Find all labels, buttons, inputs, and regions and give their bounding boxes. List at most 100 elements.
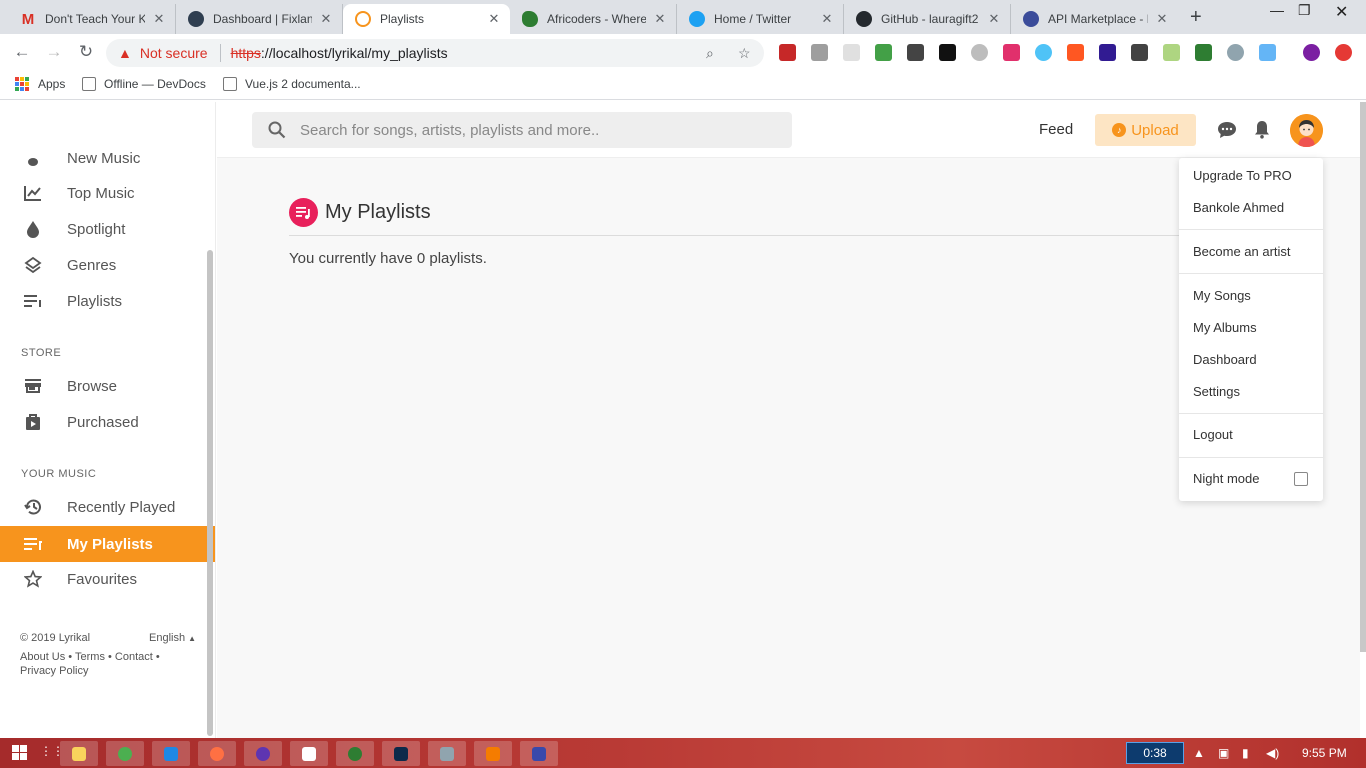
sidebar-item-favourites[interactable]: Favourites bbox=[0, 561, 215, 597]
bookmark-devdocs[interactable]: Offline — DevDocs bbox=[82, 77, 206, 91]
sidebar-item-top-music[interactable]: Top Music bbox=[0, 175, 215, 211]
menu-item-logout[interactable]: Logout bbox=[1193, 427, 1233, 442]
menu-item-my-songs[interactable]: My Songs bbox=[1193, 288, 1251, 303]
close-icon[interactable]: ✕ bbox=[986, 11, 1002, 27]
close-icon[interactable]: ✕ bbox=[1154, 11, 1170, 27]
browser-tab[interactable]: Dashboard | Fixland ✕ bbox=[176, 4, 343, 34]
footer-privacy-link[interactable]: Privacy Policy bbox=[20, 665, 88, 677]
minimize-icon[interactable]: — bbox=[1270, 2, 1284, 18]
extension-icon[interactable] bbox=[1035, 44, 1052, 61]
extension-icon[interactable] bbox=[1003, 44, 1020, 61]
extension-icon[interactable] bbox=[843, 44, 860, 61]
sidebar-item-browse[interactable]: Browse bbox=[0, 368, 215, 404]
restore-icon[interactable]: ❐ bbox=[1298, 2, 1311, 19]
timer-display[interactable]: 0:38 bbox=[1126, 742, 1184, 764]
feed-link[interactable]: Feed bbox=[1039, 121, 1073, 138]
app-icon[interactable] bbox=[520, 741, 558, 766]
app-icon[interactable] bbox=[336, 741, 374, 766]
headphones-icon bbox=[355, 11, 371, 27]
browser-tab[interactable]: M Don't Teach Your K ✕ bbox=[8, 4, 176, 34]
upload-button[interactable]: ♪ Upload bbox=[1095, 114, 1196, 146]
menu-item-my-albums[interactable]: My Albums bbox=[1193, 320, 1257, 335]
search-input[interactable] bbox=[300, 121, 770, 139]
reload-icon[interactable]: ↻ bbox=[76, 42, 96, 62]
page-scrollbar[interactable] bbox=[1360, 102, 1366, 652]
extension-icon[interactable] bbox=[1195, 44, 1212, 61]
extension-icon[interactable] bbox=[1163, 44, 1180, 61]
browser-tab[interactable]: GitHub - lauragift2 ✕ bbox=[844, 4, 1011, 34]
sidebar: New Music Top Music Spotlight Genres Pla… bbox=[0, 102, 216, 738]
bookmark-star-icon[interactable]: ☆ bbox=[738, 45, 751, 62]
menu-item-upgrade-pro[interactable]: Upgrade To PRO bbox=[1193, 168, 1292, 183]
xampp-icon[interactable] bbox=[474, 741, 512, 766]
vscode-icon[interactable] bbox=[152, 741, 190, 766]
sidebar-item-purchased[interactable]: Purchased bbox=[0, 404, 215, 440]
volume-icon[interactable]: ◀) bbox=[1266, 746, 1279, 760]
sidebar-item-my-playlists[interactable]: My Playlists bbox=[0, 526, 215, 562]
api-marketplace-icon bbox=[1023, 11, 1039, 27]
browser-tab[interactable]: Home / Twitter ✕ bbox=[677, 4, 844, 34]
new-tab-plus-icon[interactable]: + bbox=[1190, 6, 1202, 29]
sidebar-item-spotlight[interactable]: Spotlight bbox=[0, 211, 215, 247]
close-icon[interactable]: ✕ bbox=[318, 11, 334, 27]
night-mode-checkbox[interactable] bbox=[1294, 472, 1308, 486]
close-icon[interactable]: ✕ bbox=[486, 11, 502, 27]
app-icon[interactable] bbox=[428, 741, 466, 766]
update-icon[interactable] bbox=[1335, 44, 1352, 61]
app-icon[interactable] bbox=[290, 741, 328, 766]
avatar[interactable] bbox=[1290, 114, 1323, 147]
extension-icon[interactable] bbox=[1227, 44, 1244, 61]
extension-icon[interactable] bbox=[1099, 44, 1116, 61]
back-arrow-icon[interactable]: ← bbox=[12, 42, 32, 62]
extension-icon[interactable] bbox=[1067, 44, 1084, 61]
sidebar-item-label: Playlists bbox=[67, 292, 123, 310]
app-icon[interactable] bbox=[198, 741, 236, 766]
network-icon[interactable]: ▮ bbox=[1242, 746, 1249, 760]
file-explorer-icon[interactable] bbox=[60, 741, 98, 766]
browser-tab[interactable]: API Marketplace - F ✕ bbox=[1011, 4, 1178, 34]
menu-item-become-artist[interactable]: Become an artist bbox=[1193, 244, 1291, 259]
sidebar-item-recently-played[interactable]: Recently Played bbox=[0, 489, 215, 525]
window-close-icon[interactable]: ✕ bbox=[1335, 2, 1348, 22]
footer-links[interactable]: About Us • Terms • Contact • bbox=[20, 651, 160, 663]
bookmark-vuejs[interactable]: Vue.js 2 documenta... bbox=[223, 77, 361, 91]
browser-tab-active[interactable]: Playlists ✕ bbox=[343, 4, 510, 34]
sidebar-item-playlists[interactable]: Playlists bbox=[0, 283, 215, 319]
close-icon[interactable]: ✕ bbox=[652, 11, 668, 27]
extension-icon[interactable] bbox=[811, 44, 828, 61]
search-bar[interactable] bbox=[252, 112, 792, 148]
menu-item-profile[interactable]: Bankole Ahmed bbox=[1193, 200, 1284, 215]
sidebar-item-genres[interactable]: Genres bbox=[0, 247, 215, 283]
profile-icon[interactable] bbox=[1303, 44, 1320, 61]
title-divider bbox=[289, 235, 1181, 236]
zoom-icon[interactable]: ⌕ bbox=[706, 45, 714, 62]
tray-app-icon[interactable]: ▣ bbox=[1218, 746, 1229, 760]
browser-tab[interactable]: Africoders - Where ✕ bbox=[510, 4, 677, 34]
chrome-icon[interactable] bbox=[106, 741, 144, 766]
menu-item-settings[interactable]: Settings bbox=[1193, 384, 1240, 399]
photoshop-icon[interactable] bbox=[382, 741, 420, 766]
extension-icon[interactable] bbox=[939, 44, 956, 61]
chat-icon[interactable] bbox=[1217, 121, 1237, 144]
extension-icon[interactable] bbox=[1131, 44, 1148, 61]
extension-icon[interactable] bbox=[779, 44, 796, 61]
extension-icon[interactable] bbox=[907, 44, 924, 61]
extension-icon[interactable] bbox=[875, 44, 892, 61]
sidebar-item-new-music[interactable]: New Music bbox=[0, 140, 215, 176]
menu-item-dashboard[interactable]: Dashboard bbox=[1193, 352, 1257, 367]
close-icon[interactable]: ✕ bbox=[151, 11, 167, 27]
address-bar[interactable]: ▲ Not secure https://localhost/lyrikal/m… bbox=[106, 39, 764, 67]
close-icon[interactable]: ✕ bbox=[819, 11, 835, 27]
sidebar-item-label: Browse bbox=[67, 377, 118, 395]
system-clock[interactable]: 9:55 PM bbox=[1302, 746, 1347, 760]
sidebar-scrollbar[interactable] bbox=[207, 250, 213, 736]
app-icon[interactable] bbox=[244, 741, 282, 766]
extension-icon[interactable] bbox=[971, 44, 988, 61]
windows-start-icon[interactable] bbox=[12, 745, 27, 765]
forward-arrow-icon[interactable]: → bbox=[44, 42, 64, 62]
tray-chevron-icon[interactable]: ▲ bbox=[1193, 746, 1205, 760]
bookmark-apps[interactable]: Apps bbox=[15, 77, 65, 91]
bell-icon[interactable] bbox=[1254, 120, 1270, 144]
extension-icon[interactable] bbox=[1259, 44, 1276, 61]
language-selector[interactable]: English ▲ bbox=[149, 632, 196, 644]
